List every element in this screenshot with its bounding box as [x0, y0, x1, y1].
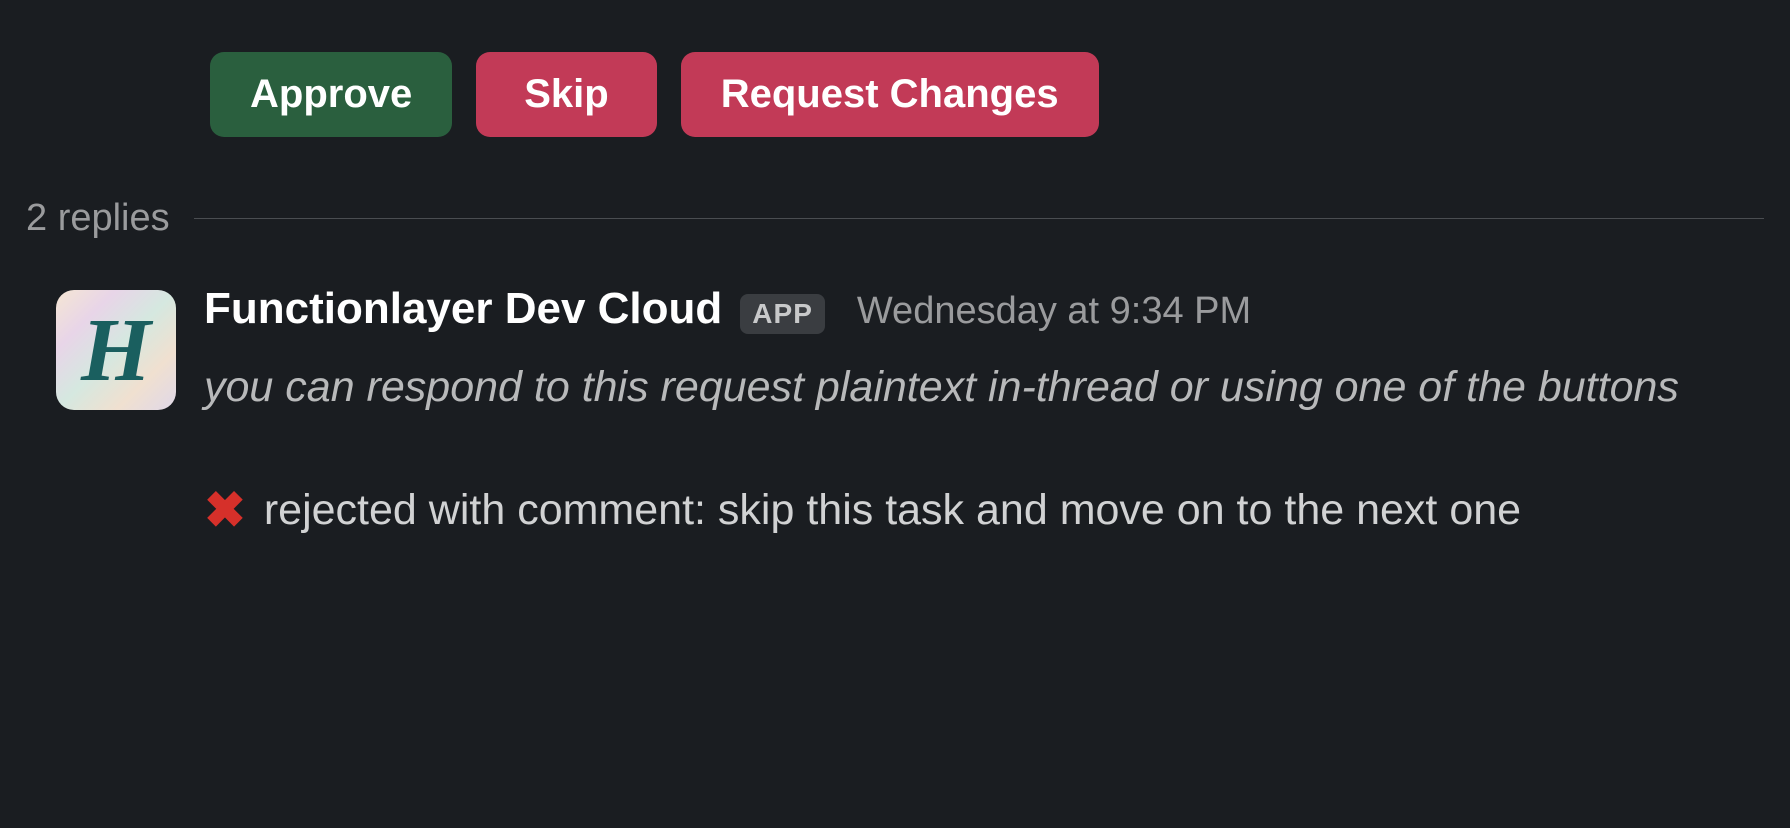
app-badge: APP: [740, 294, 825, 334]
cross-mark-icon: ✖: [204, 485, 246, 535]
status-text: rejected with comment: skip this task an…: [252, 486, 1521, 534]
message-content: Functionlayer Dev Cloud APP Wednesday at…: [204, 284, 1764, 543]
message-row: H Functionlayer Dev Cloud APP Wednesday …: [0, 248, 1790, 543]
message-body: you can respond to this request plaintex…: [204, 356, 1764, 543]
avatar-letter: H: [81, 299, 151, 402]
action-button-row: Approve Skip Request Changes: [0, 0, 1790, 185]
message-timestamp[interactable]: Wednesday at 9:34 PM: [857, 290, 1251, 333]
replies-count-label: 2 replies: [26, 197, 170, 240]
replies-divider: 2 replies: [0, 185, 1790, 248]
request-changes-button[interactable]: Request Changes: [681, 52, 1099, 137]
instruction-text: you can respond to this request plaintex…: [204, 356, 1764, 418]
approve-button[interactable]: Approve: [210, 52, 452, 137]
thread-container: Approve Skip Request Changes 2 replies H…: [0, 0, 1790, 543]
status-line: ✖ rejected with comment: skip this task …: [204, 478, 1764, 543]
message-header: Functionlayer Dev Cloud APP Wednesday at…: [204, 284, 1764, 334]
divider-line: [194, 218, 1764, 219]
avatar[interactable]: H: [56, 290, 176, 410]
skip-button[interactable]: Skip: [476, 52, 656, 137]
author-name[interactable]: Functionlayer Dev Cloud: [204, 284, 722, 334]
